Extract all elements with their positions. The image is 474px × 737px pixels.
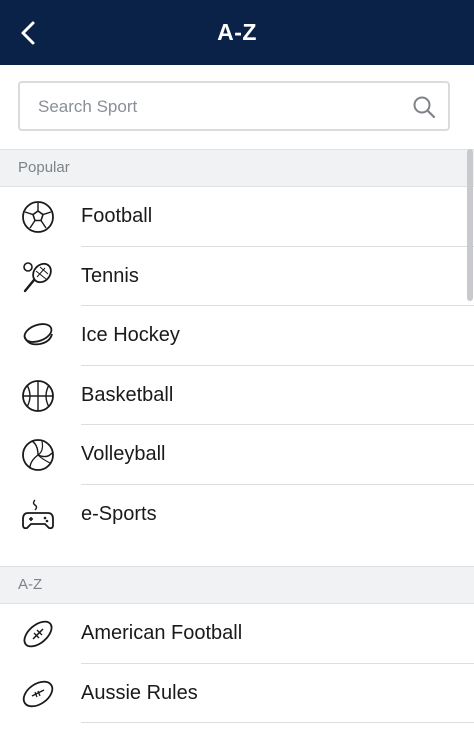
scrollbar-thumb[interactable] [467, 149, 473, 301]
row-divider [81, 722, 474, 723]
scrollbar[interactable] [466, 149, 474, 737]
hockey-puck-icon [23, 323, 53, 346]
volleyball-icon [22, 439, 54, 471]
sport-label: Aussie Rules [81, 681, 198, 704]
top-bar: A-Z [0, 0, 474, 65]
sport-item-basketball[interactable]: Basketball [0, 366, 474, 425]
sport-item-aussie-rules[interactable]: Aussie Rules [0, 664, 474, 723]
popular-list: Football Tennis Ice Hockey Basketball Vo… [0, 187, 474, 544]
american-football-icon [23, 620, 53, 648]
sport-item-football[interactable]: Football [0, 187, 474, 247]
sport-label: e-Sports [81, 502, 157, 525]
sport-item-e-sports[interactable]: e-Sports [0, 485, 474, 545]
gamepad-icon [22, 499, 54, 529]
sport-label: Volleyball [81, 443, 166, 466]
section-header-a-z: A-Z [0, 566, 474, 604]
search-icon[interactable] [412, 95, 436, 119]
chevron-left-icon[interactable] [14, 18, 44, 48]
sport-label: Basketball [81, 383, 174, 406]
search-box [18, 81, 450, 131]
sport-label: American Football [81, 622, 243, 645]
sport-item-american-football[interactable]: American Football [0, 604, 474, 664]
aussie-rules-ball-icon [22, 680, 54, 707]
sport-label: Football [81, 205, 153, 228]
basketball-icon [22, 379, 54, 412]
tennis-racket-icon [23, 261, 52, 292]
soccer-ball-icon [22, 201, 54, 233]
sport-item-tennis[interactable]: Tennis [0, 247, 474, 306]
sport-label: Ice Hockey [81, 324, 180, 347]
sport-item-ice-hockey[interactable]: Ice Hockey [0, 306, 474, 366]
sport-item-volleyball[interactable]: Volleyball [0, 425, 474, 485]
page-title: A-Z [217, 19, 257, 45]
section-header-popular: Popular [0, 149, 474, 187]
search-input[interactable] [36, 83, 420, 131]
a-z-list: American Football Aussie Rules [0, 604, 474, 723]
search-section [0, 65, 474, 149]
sport-label: Tennis [81, 264, 139, 287]
